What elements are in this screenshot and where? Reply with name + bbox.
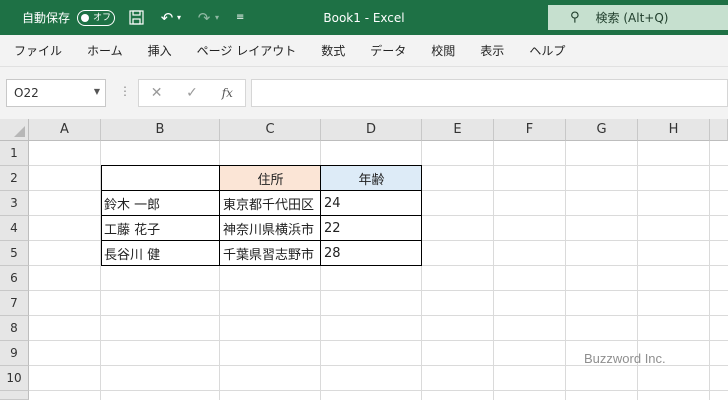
tab-home[interactable]: ホーム [87, 42, 123, 59]
cell-d5[interactable]: 28 [321, 241, 422, 266]
enter-icon[interactable]: ✓ [174, 85, 209, 101]
tab-help[interactable]: ヘルプ [529, 42, 565, 59]
formula-bar: O22 ▼ ⋮ ✕ ✓ fx [0, 67, 728, 119]
save-icon[interactable] [125, 0, 147, 35]
tab-view[interactable]: 表示 [480, 42, 504, 59]
row-header-8[interactable]: 8 [0, 316, 29, 341]
tab-insert[interactable]: 挿入 [148, 42, 172, 59]
table-border [101, 165, 422, 166]
ribbon-tabs: ファイル ホーム 挿入 ページ レイアウト 数式 データ 校閲 表示 ヘルプ [0, 35, 728, 67]
gridline [709, 141, 710, 400]
row-header-2[interactable]: 2 [0, 166, 29, 191]
tab-formulas[interactable]: 数式 [321, 42, 345, 59]
autosave-state: オフ [93, 13, 112, 23]
column-header-d[interactable]: D [321, 119, 422, 141]
document-title-text: Book1 - Excel [323, 10, 405, 25]
drag-handle-icon[interactable]: ⋮ [119, 84, 131, 98]
column-header-f[interactable]: F [494, 119, 566, 141]
search-label: 検索 (Alt+Q) [595, 11, 669, 25]
insert-function-icon[interactable]: fx [210, 86, 245, 100]
row-header-6[interactable]: 6 [0, 266, 29, 291]
cell-d3[interactable]: 24 [321, 191, 422, 216]
chevron-down-icon[interactable]: ▼ [94, 87, 100, 96]
table-border [101, 265, 422, 266]
cell-d2[interactable]: 年齢 [321, 166, 422, 191]
autosave-toggle[interactable]: オフ [77, 10, 115, 26]
cell-c2[interactable]: 住所 [220, 166, 321, 191]
cell-b5[interactable]: 長谷川 健 [101, 241, 220, 266]
column-header-e[interactable]: E [422, 119, 494, 141]
formula-buttons: ✕ ✓ fx [138, 79, 246, 107]
gridline [29, 290, 728, 291]
cancel-icon[interactable]: ✕ [139, 85, 174, 101]
row-header-9[interactable]: 9 [0, 341, 29, 366]
cell-c4[interactable]: 神奈川県横浜市 [220, 216, 321, 241]
redo-icon[interactable]: ↷ [193, 0, 215, 35]
table-border [101, 215, 422, 216]
watermark: Buzzword Inc. [584, 351, 666, 366]
row-header-3[interactable]: 3 [0, 191, 29, 216]
gridline [29, 390, 728, 391]
name-box-value: O22 [14, 86, 39, 100]
row-header-4[interactable]: 4 [0, 216, 29, 241]
table-border [320, 165, 321, 266]
column-header-b[interactable]: B [101, 119, 220, 141]
title-bar: 自動保存 オフ ↶ ▾ ↷ ▾ ≡ Book1 - Excel ⚲ 検索 (Al… [0, 0, 728, 35]
table-border [421, 165, 422, 266]
tab-file[interactable]: ファイル [14, 42, 62, 59]
formula-input[interactable] [251, 79, 728, 107]
row-header-5[interactable]: 5 [0, 241, 29, 266]
cell-b2[interactable] [101, 166, 220, 191]
column-header-h[interactable]: H [638, 119, 710, 141]
gridline [565, 141, 566, 400]
redo-dropdown-icon[interactable]: ▾ [215, 0, 219, 35]
customize-qat-icon[interactable]: ≡ [236, 0, 244, 35]
tab-review[interactable]: 校閲 [431, 42, 455, 59]
table-border [101, 165, 102, 266]
cell-c3[interactable]: 東京都千代田区 [220, 191, 321, 216]
cell-b4[interactable]: 工藤 花子 [101, 216, 220, 241]
row-header-10[interactable]: 10 [0, 366, 29, 391]
autosave-label: 自動保存 [22, 11, 71, 25]
undo-icon[interactable]: ↶ [156, 0, 178, 35]
cell-d4[interactable]: 22 [321, 216, 422, 241]
gridline [29, 315, 728, 316]
search-box[interactable]: ⚲ 検索 (Alt+Q) [548, 5, 728, 30]
select-all-icon [14, 126, 25, 137]
row-header-partial[interactable] [0, 391, 29, 400]
column-header-c[interactable]: C [220, 119, 321, 141]
cell-b3[interactable]: 鈴木 一郎 [101, 191, 220, 216]
toggle-knob [81, 14, 89, 22]
column-header-a[interactable]: A [29, 119, 101, 141]
table-border [219, 165, 220, 266]
table-border [101, 190, 422, 191]
search-icon: ⚲ [570, 10, 580, 25]
tab-data[interactable]: データ [370, 42, 406, 59]
column-header-partial[interactable] [710, 119, 728, 141]
table-border [101, 240, 422, 241]
gridline [29, 340, 728, 341]
name-box[interactable]: O22 ▼ [6, 79, 106, 107]
cell-c5[interactable]: 千葉県習志野市 [220, 241, 321, 266]
column-header-g[interactable]: G [566, 119, 638, 141]
tab-page-layout[interactable]: ページ レイアウト [197, 42, 297, 59]
undo-dropdown-icon[interactable]: ▾ [177, 0, 181, 35]
row-header-7[interactable]: 7 [0, 291, 29, 316]
gridline [493, 141, 494, 400]
row-header-1[interactable]: 1 [0, 141, 29, 166]
select-all-button[interactable] [0, 119, 29, 141]
